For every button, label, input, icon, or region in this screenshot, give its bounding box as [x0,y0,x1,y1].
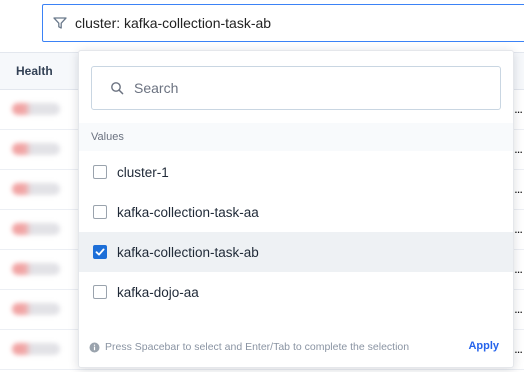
row-truncated-text: ... [514,141,523,156]
option-label: cluster-1 [117,164,169,180]
search-input[interactable]: Search [91,66,501,110]
footer-hint: Press Spacebar to select and Enter/Tab t… [105,341,410,353]
option-kafka-dojo-aa[interactable]: kafka-dojo-aa [79,272,513,312]
dropdown-footer: Press Spacebar to select and Enter/Tab t… [79,331,513,363]
search-icon [110,81,124,95]
health-status-indicator [12,223,60,235]
health-status-indicator [12,263,60,275]
filter-values-dropdown: Search Values cluster-1 kafka-collection… [78,50,514,368]
filter-text[interactable]: cluster: kafka-collection-task-ab [75,15,271,31]
row-truncated-text: ... [514,181,523,196]
row-truncated-text: ... [514,261,523,276]
row-truncated-text: ... [514,341,523,356]
row-truncated-text: ... [514,221,523,236]
option-cluster-1[interactable]: cluster-1 [79,152,513,192]
search-placeholder: Search [134,80,179,96]
option-label: kafka-collection-task-aa [117,204,259,220]
health-status-indicator [12,183,60,195]
health-status-indicator [12,343,60,355]
checkmark-icon [95,248,105,256]
filter-bar[interactable]: cluster: kafka-collection-task-ab [42,4,524,42]
health-status-indicator [12,303,60,315]
health-status-indicator [12,103,60,115]
row-truncated-text: ... [514,101,523,116]
health-status-indicator [12,143,60,155]
apply-button[interactable]: Apply [468,340,499,352]
option-kafka-collection-task-ab[interactable]: kafka-collection-task-ab [79,232,513,272]
checkbox[interactable] [93,165,107,179]
checkbox-checked[interactable] [93,245,107,259]
filter-icon [53,16,67,30]
option-label: kafka-collection-task-ab [117,244,259,260]
row-truncated-text: ... [514,301,523,316]
checkbox[interactable] [93,285,107,299]
option-kafka-collection-task-aa[interactable]: kafka-collection-task-aa [79,192,513,232]
info-icon [89,342,100,353]
values-label: Values [91,131,124,143]
option-label: kafka-dojo-aa [117,284,199,300]
values-section-header: Values [79,123,513,151]
checkbox[interactable] [93,205,107,219]
column-header-health[interactable]: Health [16,64,53,78]
